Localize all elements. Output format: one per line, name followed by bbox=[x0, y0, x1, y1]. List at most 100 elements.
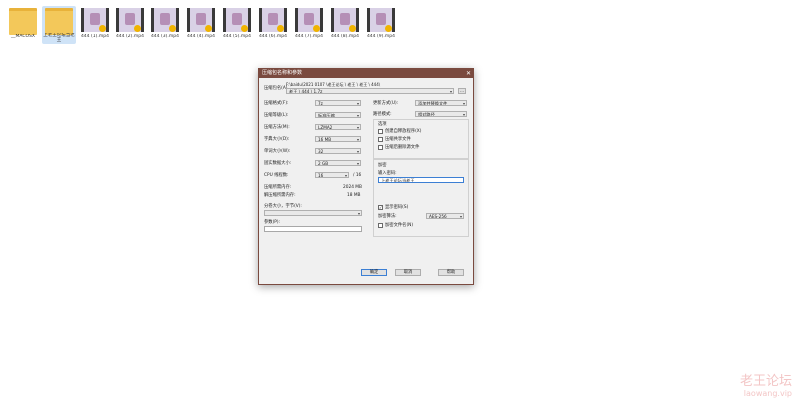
lock-badge-icon bbox=[205, 25, 212, 32]
sfx-checkbox[interactable] bbox=[378, 129, 383, 134]
folder-icon bbox=[9, 8, 37, 35]
file-name: 444 (1).mp4 bbox=[81, 34, 109, 39]
lock-badge-icon bbox=[349, 25, 356, 32]
enc-method-label: 加密算法: bbox=[378, 214, 397, 219]
file-name: 444 (5).mp4 bbox=[223, 34, 251, 39]
options-title: 选项 bbox=[378, 122, 387, 127]
shared-checkbox[interactable] bbox=[378, 137, 383, 142]
file-item-video-5[interactable]: 444 (5).mp4 bbox=[220, 6, 254, 44]
dict-value: 16 MB bbox=[318, 137, 332, 142]
cancel-button[interactable]: 取消 bbox=[395, 269, 421, 276]
file-item-video-8[interactable]: 444 (8).mp4 bbox=[328, 6, 362, 44]
lock-badge-icon bbox=[134, 25, 141, 32]
file-item-video-6[interactable]: 444 (6).mp4 bbox=[256, 6, 290, 44]
path-mode-label: 路径模式: bbox=[373, 112, 392, 117]
close-icon[interactable]: ✕ bbox=[466, 69, 471, 78]
chevron-down-icon: ▾ bbox=[344, 173, 347, 178]
dialog-title: 压缩包名称和参数 bbox=[262, 70, 303, 76]
file-item-video-9[interactable]: 444 (9).mp4 bbox=[364, 6, 398, 44]
method-select[interactable]: LZMA2 ▾ bbox=[315, 124, 361, 130]
watermark-url: laowang.vip bbox=[743, 389, 792, 398]
archive-name-value: 老王 \ 444 \ 1.7z bbox=[289, 89, 323, 94]
video-thumbnail-icon bbox=[223, 8, 251, 32]
chevron-down-icon: ▾ bbox=[449, 89, 452, 94]
encryption-title: 加密 bbox=[378, 163, 387, 168]
chevron-down-icon: ▾ bbox=[462, 112, 465, 117]
update-select[interactable]: 添加并替换文件 ▾ bbox=[415, 100, 467, 106]
dict-label: 字典大小(D): bbox=[264, 137, 290, 142]
video-thumbnail-icon bbox=[151, 8, 179, 32]
file-item-video-2[interactable]: 444 (2).mp4 bbox=[113, 6, 147, 44]
archive-dialog: 压缩包名称和参数 ✕ 压缩包名(A) F:\baidu\2021 0107 \老… bbox=[258, 68, 474, 285]
path-mode-select[interactable]: 相对路径 ▾ bbox=[415, 111, 467, 117]
options-group: 选项 创建自释放程序(X) 压缩共享文件 压缩后删除源文件 bbox=[373, 119, 469, 159]
show-password-checkbox[interactable]: ✓ bbox=[378, 205, 383, 210]
split-label: 分卷大小，字节(V): bbox=[264, 204, 302, 209]
update-value: 添加并替换文件 bbox=[418, 101, 448, 106]
mem-decomp-value: 18 MB bbox=[347, 193, 361, 198]
file-item-video-7[interactable]: 444 (7).mp4 bbox=[292, 6, 326, 44]
file-item-video-1[interactable]: 444 (1).mp4 bbox=[78, 6, 112, 44]
file-item-video-4[interactable]: 444 (4).mp4 bbox=[184, 6, 218, 44]
password-input[interactable]: 上老王论坛当老王 bbox=[378, 177, 464, 183]
lock-badge-icon bbox=[169, 25, 176, 32]
help-button[interactable]: 帮助 bbox=[438, 269, 464, 276]
lock-badge-icon bbox=[385, 25, 392, 32]
encryption-group: 加密 输入密码: 上老王论坛当老王 ✓ 显示密码(S) 加密算法: AES-25… bbox=[373, 159, 469, 237]
enc-method-value: AES-256 bbox=[429, 214, 447, 219]
chevron-down-icon: ▾ bbox=[462, 101, 465, 106]
watermark-title: 老王论坛 bbox=[739, 374, 792, 389]
file-list: __MACOSX 上老王论坛当老王 444 (1).mp4 444 (2).mp… bbox=[0, 0, 400, 46]
file-name: 444 (8).mp4 bbox=[331, 34, 359, 39]
params-input[interactable] bbox=[264, 226, 362, 232]
file-name: 444 (3).mp4 bbox=[151, 34, 179, 39]
archive-name-input[interactable]: 老王 \ 444 \ 1.7z ▾ bbox=[286, 88, 454, 94]
lock-badge-icon bbox=[313, 25, 320, 32]
file-item-video-3[interactable]: 444 (3).mp4 bbox=[148, 6, 182, 44]
watermark: 老王论坛 laowang.vip bbox=[739, 374, 792, 399]
level-label: 压缩等级(L): bbox=[264, 113, 289, 118]
threads-select[interactable]: 16 ▾ bbox=[315, 172, 349, 178]
split-select[interactable]: ▾ bbox=[264, 210, 362, 216]
video-thumbnail-icon bbox=[331, 8, 359, 32]
encrypt-names-label: 加密文件名(N) bbox=[385, 223, 414, 228]
file-item-folder[interactable]: 上老王论坛当老王 bbox=[42, 6, 76, 44]
enc-method-select[interactable]: AES-256 ▾ bbox=[426, 213, 464, 219]
mem-comp-label: 压缩所需内存: bbox=[264, 185, 292, 190]
chevron-down-icon: ▾ bbox=[357, 211, 360, 216]
mem-decomp-label: 解压缩所需内存: bbox=[264, 193, 296, 198]
params-label: 参数(P): bbox=[264, 220, 280, 225]
browse-button[interactable]: ... bbox=[458, 88, 466, 94]
ok-button[interactable]: 确定 bbox=[361, 269, 387, 276]
word-select[interactable]: 32 ▾ bbox=[315, 148, 361, 154]
chevron-down-icon: ▾ bbox=[356, 161, 359, 166]
encrypt-names-checkbox[interactable] bbox=[378, 223, 383, 228]
file-item-macosx[interactable]: __MACOSX bbox=[6, 6, 40, 44]
chevron-down-icon: ▾ bbox=[356, 113, 359, 118]
format-select[interactable]: 7z ▾ bbox=[315, 100, 361, 106]
format-label: 压缩格式(F): bbox=[264, 101, 289, 106]
shared-label: 压缩共享文件 bbox=[385, 137, 411, 142]
path-mode-value: 相对路径 bbox=[418, 112, 435, 117]
dialog-titlebar[interactable]: 压缩包名称和参数 ✕ bbox=[259, 69, 473, 78]
file-name: 444 (4).mp4 bbox=[187, 34, 215, 39]
chevron-down-icon: ▾ bbox=[356, 125, 359, 130]
chevron-down-icon: ▾ bbox=[459, 214, 462, 219]
video-thumbnail-icon bbox=[295, 8, 323, 32]
solid-select[interactable]: 2 GB ▾ bbox=[315, 160, 361, 166]
file-name: 444 (9).mp4 bbox=[367, 34, 395, 39]
file-name: 444 (7).mp4 bbox=[295, 34, 323, 39]
method-label: 压缩方法(M): bbox=[264, 125, 290, 130]
desktop: __MACOSX 上老王论坛当老王 444 (1).mp4 444 (2).mp… bbox=[0, 0, 800, 412]
solid-label: 固实数据大小: bbox=[264, 161, 292, 166]
dict-select[interactable]: 16 MB ▾ bbox=[315, 136, 361, 142]
file-name: 上老王论坛当老王 bbox=[43, 33, 75, 43]
delete-label: 压缩后删除源文件 bbox=[385, 145, 420, 150]
folder-icon bbox=[45, 8, 73, 35]
level-select[interactable]: 标准压缩 ▾ bbox=[315, 112, 361, 118]
delete-checkbox[interactable] bbox=[378, 145, 383, 150]
word-value: 32 bbox=[318, 149, 324, 154]
method-value: LZMA2 bbox=[318, 125, 333, 130]
threads-label: CPU 线程数: bbox=[264, 173, 289, 178]
solid-value: 2 GB bbox=[318, 161, 329, 166]
